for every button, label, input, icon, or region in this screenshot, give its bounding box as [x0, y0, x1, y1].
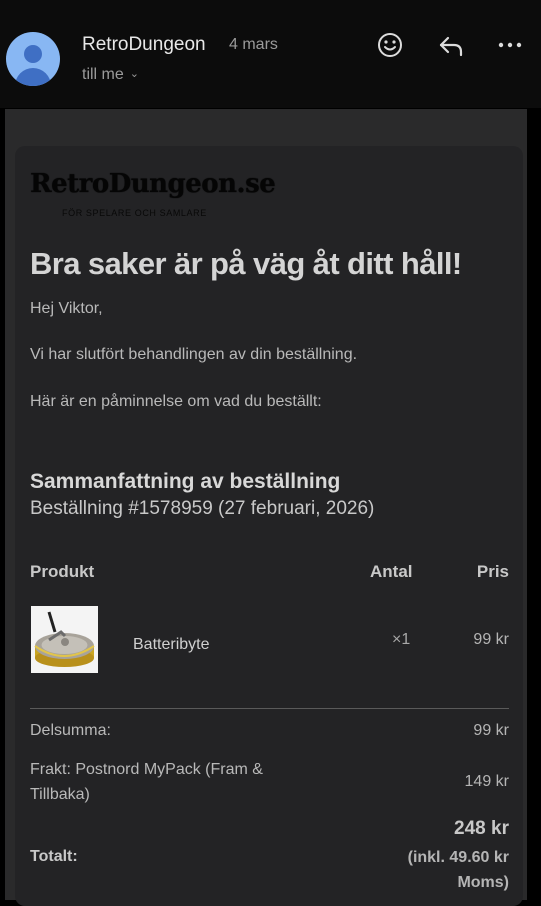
recipient-toggle[interactable]: till me ⌄ — [82, 66, 139, 84]
coin-battery-image — [31, 606, 98, 673]
column-header-quantity: Antal — [370, 562, 413, 581]
product-price: 99 kr — [473, 631, 509, 648]
avatar-head — [24, 45, 42, 63]
logo-tagline: FÖR SPELARE OCH SAMLARE — [62, 208, 207, 218]
total-label: Totalt: — [30, 848, 78, 865]
processed-text: Vi har slutfört behandlingen av din best… — [30, 346, 358, 363]
shipping-value: 149 kr — [464, 773, 509, 790]
column-header-product: Produkt — [30, 562, 95, 581]
subtotal-label: Delsumma: — [30, 722, 111, 739]
reply-icon — [439, 36, 463, 57]
avatar-body — [15, 68, 51, 86]
chevron-down-icon: ⌄ — [129, 68, 139, 80]
sender-name[interactable]: RetroDungeon — [82, 34, 206, 56]
email-header: RetroDungeon 4 mars till me ⌄ — [0, 0, 541, 108]
retrodungeon-logo[interactable]: RetroDungeon.se FÖR SPELARE OCH SAMLARE — [30, 168, 276, 224]
product-image[interactable] — [31, 606, 98, 673]
reminder-text: Här är en påminnelse om vad du beställt: — [30, 393, 322, 410]
greeting-text: Hej Viktor, — [30, 300, 103, 317]
total-vat-note: (inkl. 49.60 kr Moms) — [407, 849, 509, 891]
column-header-price: Pris — [476, 562, 509, 581]
subtotal-value: 99 kr — [473, 722, 509, 739]
product-name: Batteribyte — [133, 636, 210, 653]
emoji-reaction-button[interactable] — [375, 30, 405, 60]
shipping-label: Frakt: Postnord MyPack (Fram & Tillbaka) — [30, 761, 263, 803]
order-number: Beställning #1578959 (27 februari, 2026) — [30, 498, 375, 519]
summary-title: Sammanfattning av beställning — [30, 470, 341, 493]
total-value: 248 kr — [454, 818, 509, 839]
totals-divider — [30, 708, 509, 709]
sender-avatar[interactable] — [6, 32, 60, 86]
recipient-label: till me — [82, 66, 124, 83]
product-quantity: ×1 — [392, 631, 411, 648]
more-icon — [498, 42, 522, 48]
email-date: 4 mars — [229, 36, 278, 53]
logo-wordmark: RetroDungeon.se — [30, 169, 276, 199]
smiley-icon — [378, 33, 402, 57]
email-heading: Bra saker är på väg åt ditt håll! — [30, 246, 462, 281]
reply-button[interactable] — [436, 30, 466, 60]
more-options-button[interactable] — [496, 30, 526, 60]
